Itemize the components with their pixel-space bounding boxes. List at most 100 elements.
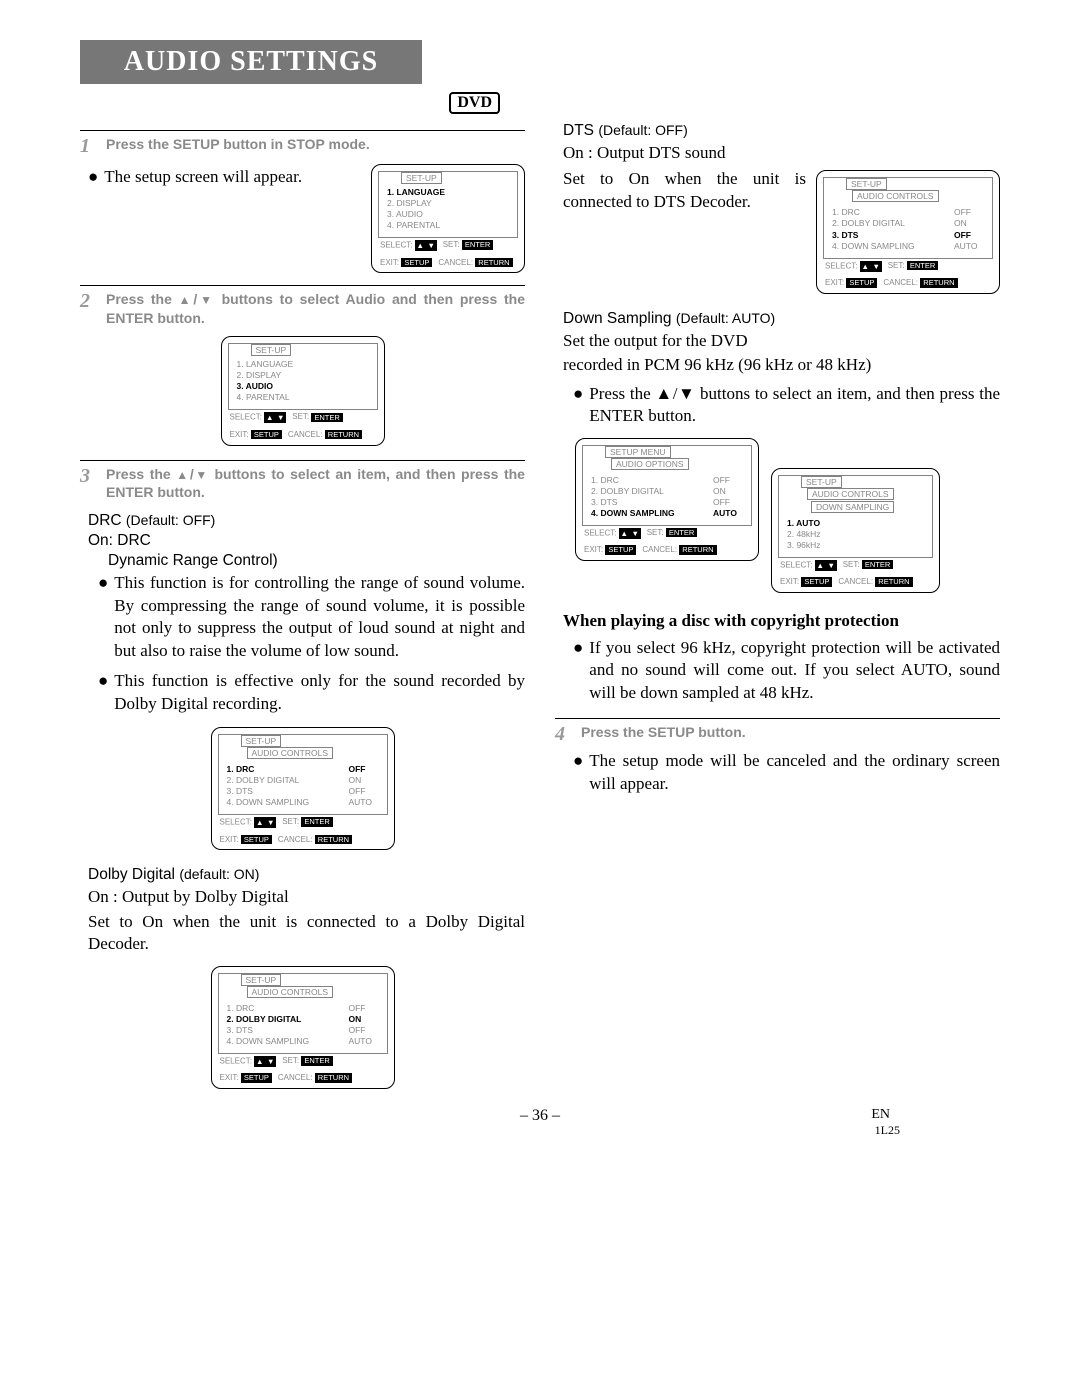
- footer-lang: EN: [871, 1107, 890, 1123]
- osd-item: 4. PARENTAL: [237, 392, 373, 403]
- dvd-badge: DVD: [449, 92, 500, 114]
- osd-value: ON: [713, 486, 747, 497]
- left-column: 1 Press the SETUP button in STOP mode. ●…: [80, 122, 525, 1089]
- osd-value: AUTO: [349, 797, 383, 808]
- osd-title: SET-UP: [241, 735, 282, 747]
- osd-title: SET-UP: [801, 476, 842, 488]
- step-number: 2: [80, 290, 98, 313]
- osd-subtitle: AUDIO OPTIONS: [611, 458, 689, 470]
- osd-value: ON: [349, 1014, 383, 1025]
- osd-item: 2. 48kHz: [787, 529, 928, 540]
- osd-item: 1. DRC: [227, 764, 349, 775]
- dolby-on: On : Output by Dolby Digital: [88, 886, 525, 908]
- osd-item: 3. DTS: [227, 786, 349, 797]
- osd-subtitle: AUDIO CONTROLS: [807, 488, 894, 500]
- osd-value: OFF: [713, 497, 747, 508]
- page-number: – 36 –: [520, 1107, 560, 1124]
- osd-audio-drc: SET-UP AUDIO CONTROLS 1. DRCOFF 2. DOLBY…: [211, 727, 395, 850]
- bullet-text: Press the ▲/▼ buttons to select an item,…: [589, 383, 1000, 428]
- osd-value: ON: [954, 218, 988, 229]
- osd-item: 1. DRC: [832, 207, 954, 218]
- ds-para: Set the output for the DVD: [563, 330, 1000, 352]
- osd-item: 3. AUDIO: [387, 209, 513, 220]
- osd-audio-dts: SET-UP AUDIO CONTROLS 1. DRCOFF 2. DOLBY…: [816, 170, 1000, 293]
- osd-item: 4. DOWN SAMPLING: [227, 797, 349, 808]
- osd-item: 2. DOLBY DIGITAL: [227, 1014, 349, 1025]
- osd-footer: SELECT: ▲▼ SET: ENTER EXIT: SETUP CANCEL…: [378, 238, 518, 268]
- osd-audio-dolby: SET-UP AUDIO CONTROLS 1. DRCOFF 2. DOLBY…: [211, 966, 395, 1089]
- dolby-heading: Dolby Digital (default: ON): [88, 866, 525, 884]
- osd-value: OFF: [954, 207, 988, 218]
- osd-main-1: SET-UP 1. LANGUAGE 2. DISPLAY 3. AUDIO 4…: [371, 164, 525, 273]
- ds-heading: Down Sampling (Default: AUTO): [563, 310, 1000, 328]
- osd-item: 4. DOWN SAMPLING: [832, 241, 954, 252]
- step-text: Press the SETUP button in STOP mode.: [106, 135, 525, 154]
- footer-code: 1L25: [875, 1123, 900, 1138]
- osd-title: SET-UP: [846, 178, 887, 190]
- dts-on: On : Output DTS sound: [563, 142, 1000, 164]
- page-title: AUDIO SETTINGS: [80, 40, 422, 84]
- osd-item: 1. AUTO: [787, 518, 928, 529]
- bullet-text: The setup mode will be canceled and the …: [589, 750, 1000, 795]
- step-number: 3: [80, 465, 98, 488]
- osd-item: 4. DOWN SAMPLING: [227, 1036, 349, 1047]
- step-number: 4: [555, 723, 573, 746]
- osd-value: OFF: [349, 1025, 383, 1036]
- osd-subtitle: AUDIO CONTROLS: [247, 986, 334, 998]
- bullet-icon: ●: [573, 750, 583, 795]
- step-3: 3 Press the ▲/▼ buttons to select an ite…: [80, 465, 525, 503]
- osd-item: 1. DRC: [227, 1003, 349, 1014]
- bullet-text: If you select 96 kHz, copyright protecti…: [589, 637, 1000, 704]
- osd-title: SET-UP: [401, 172, 442, 184]
- osd-value: OFF: [349, 1003, 383, 1014]
- osd-footer: SELECT: ▲▼ SET: ENTER EXIT: SETUP CANCEL…: [218, 815, 388, 845]
- step-text: Press the ▲/▼ buttons to select Audio an…: [106, 290, 525, 328]
- bullet-icon: ●: [98, 670, 108, 715]
- osd-item: 3. AUDIO: [237, 381, 373, 392]
- osd-item: 2. DOLBY DIGITAL: [227, 775, 349, 786]
- drc-on: On: DRC: [88, 532, 525, 550]
- ds-para: recorded in PCM 96 kHz (96 kHz or 48 kHz…: [563, 354, 1000, 376]
- osd-footer: SELECT: ▲▼ SET: ENTER EXIT: SETUP CANCEL…: [823, 259, 993, 289]
- right-column: DTS (Default: OFF) On : Output DTS sound…: [555, 122, 1000, 1089]
- osd-subtitle-2: DOWN SAMPLING: [811, 501, 894, 513]
- osd-item: 2. DOLBY DIGITAL: [591, 486, 713, 497]
- osd-title: SET-UP: [241, 974, 282, 986]
- osd-value: OFF: [349, 764, 383, 775]
- step-text: Press the SETUP button.: [581, 723, 1000, 742]
- osd-value: AUTO: [954, 241, 988, 252]
- step-text: Press the ▲/▼ buttons to select an item,…: [106, 465, 525, 503]
- osd-audio-options: SETUP MENU AUDIO OPTIONS 1. DRCOFF 2. DO…: [575, 438, 759, 561]
- bullet-text: This function is effective only for the …: [114, 670, 525, 715]
- bullet-icon: ●: [98, 572, 108, 662]
- osd-item: 2. DISPLAY: [237, 370, 373, 381]
- osd-title: SET-UP: [251, 344, 292, 356]
- step-2: 2 Press the ▲/▼ buttons to select Audio …: [80, 290, 525, 328]
- osd-value: OFF: [713, 475, 747, 486]
- dts-heading: DTS (Default: OFF): [563, 122, 1000, 140]
- osd-value: OFF: [954, 230, 988, 241]
- osd-item: 3. DTS: [227, 1025, 349, 1036]
- osd-footer: SELECT: ▲▼ SET: ENTER EXIT: SETUP CANCEL…: [228, 410, 378, 440]
- dts-para: Set to On when the unit is connected to …: [563, 168, 806, 213]
- osd-value: ON: [349, 775, 383, 786]
- dolby-para: Set to On when the unit is connected to …: [88, 911, 525, 956]
- osd-main-2: SET-UP 1. LANGUAGE 2. DISPLAY 3. AUDIO 4…: [221, 336, 385, 445]
- drc-heading: DRC (Default: OFF): [88, 512, 525, 530]
- osd-item: 3. 96kHz: [787, 540, 928, 551]
- osd-item: 3. DTS: [832, 230, 954, 241]
- bullet-text: The setup screen will appear.: [104, 166, 361, 188]
- page-footer: – 36 – EN 1L25: [80, 1107, 1000, 1125]
- bullet-icon: ●: [573, 637, 583, 704]
- step-4: 4 Press the SETUP button.: [555, 723, 1000, 746]
- bullet-text: This function is for controlling the ran…: [114, 572, 525, 662]
- osd-down-sampling: SET-UP AUDIO CONTROLS DOWN SAMPLING 1. A…: [771, 468, 940, 593]
- osd-value: OFF: [349, 786, 383, 797]
- step-1: 1 Press the SETUP button in STOP mode.: [80, 135, 525, 158]
- osd-value: AUTO: [349, 1036, 383, 1047]
- osd-item: 1. LANGUAGE: [237, 359, 373, 370]
- drc-sub: Dynamic Range Control): [108, 552, 525, 570]
- bullet-icon: ●: [573, 383, 583, 428]
- copyright-heading: When playing a disc with copyright prote…: [563, 611, 1000, 631]
- step-number: 1: [80, 135, 98, 158]
